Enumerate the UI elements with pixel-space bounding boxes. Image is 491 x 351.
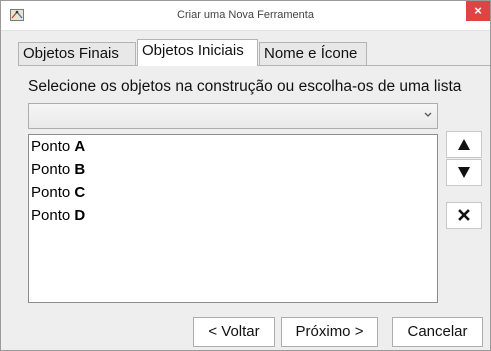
chevron-down-icon [424,112,432,117]
list-item[interactable]: Ponto A [29,135,437,158]
objects-list[interactable]: Ponto A Ponto B Ponto C Ponto D [28,134,438,303]
close-icon: × [474,3,482,18]
tab-objetos-finais[interactable]: Objetos Finais [18,42,136,65]
list-item[interactable]: Ponto C [29,181,437,204]
object-select-dropdown[interactable] [28,103,438,129]
dialog-window: Criar uma Nova Ferramenta × Objetos Fina… [0,0,491,351]
move-down-button[interactable] [446,159,482,186]
triangle-up-icon [458,139,470,150]
next-button[interactable]: Próximo > [281,317,378,347]
remove-button[interactable] [446,202,482,229]
instruction-text: Selecione os objetos na construção ou es… [28,78,462,95]
title-bar[interactable]: Criar uma Nova Ferramenta × [1,1,490,31]
close-button[interactable]: × [466,1,490,21]
x-icon [458,209,470,221]
back-button[interactable]: < Voltar [193,317,275,347]
window-title: Criar uma Nova Ferramenta [177,9,314,21]
triangle-down-icon [458,167,470,178]
cancel-button[interactable]: Cancelar [392,317,483,347]
move-up-button[interactable] [446,131,482,158]
list-item[interactable]: Ponto D [29,204,437,227]
tab-objetos-iniciais[interactable]: Objetos Iniciais [137,39,258,66]
list-item[interactable]: Ponto B [29,158,437,181]
tab-nome-e-icone[interactable]: Nome e Ícone [259,42,367,65]
